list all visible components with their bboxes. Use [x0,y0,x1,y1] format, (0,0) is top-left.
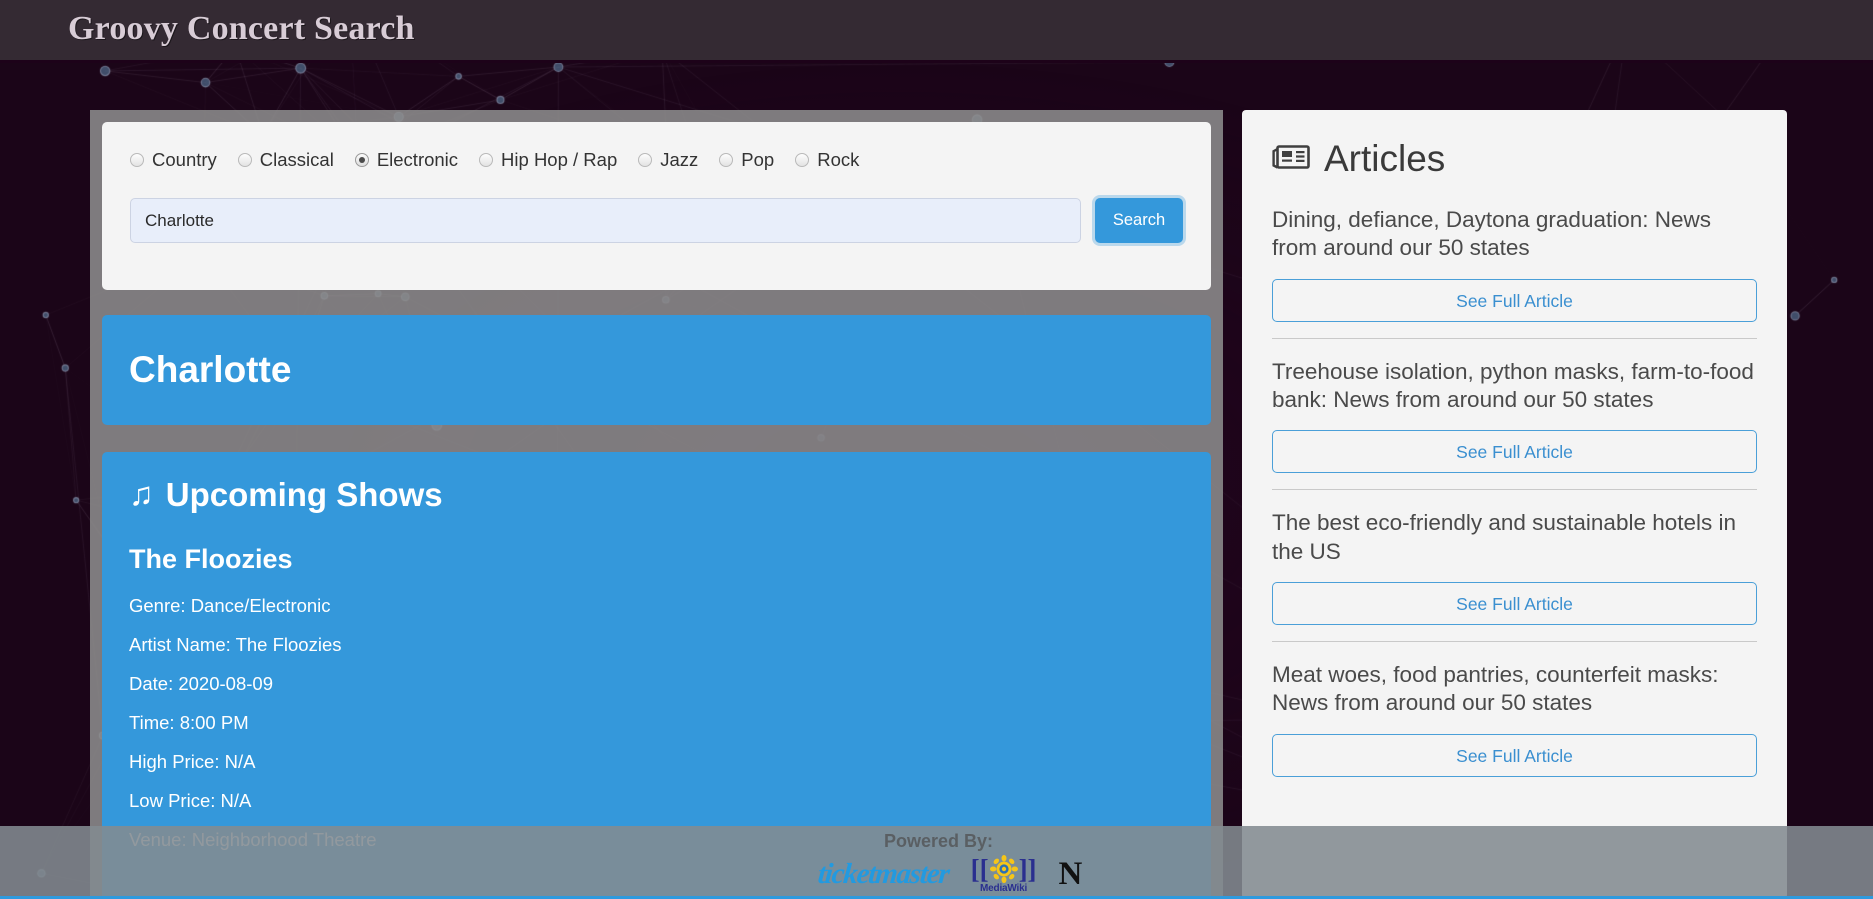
article-item: Meat woes, food pantries, counterfeit ma… [1272,661,1757,793]
articles-title: Articles [1324,138,1446,179]
sunflower-icon [989,855,1018,883]
upcoming-shows-heading: ♫ Upcoming Shows [129,476,1184,514]
see-full-article-button[interactable]: See Full Article [1272,733,1757,777]
show-field: Genre: Dance/Electronic [129,595,331,616]
city-name: Charlotte [129,349,292,390]
genre-radio-classical[interactable]: Classical [237,149,334,171]
npr-logo[interactable]: N [1059,856,1083,893]
radio-dot[interactable] [638,153,653,167]
upcoming-shows-title: Upcoming Shows [165,476,443,513]
radio-dot[interactable] [795,153,810,167]
article-title: Meat woes, food pantries, counterfeit ma… [1272,662,1719,716]
article-item: The best eco-friendly and sustainable ho… [1272,509,1757,643]
article-title: The best eco-friendly and sustainable ho… [1272,510,1737,564]
genre-radio-label: Pop [741,149,775,170]
left-column: Country Classical Electronic Hip Hop / Rap J… [90,110,1223,899]
genre-radio-jazz[interactable]: Jazz [638,149,698,171]
music-note-icon: ♫ [129,474,154,512]
show-field: Time: 8:00 PM [129,712,249,733]
show-field: High Price: N/A [129,751,256,772]
genre-radio-label: Classical [259,149,334,170]
search-input[interactable] [130,198,1081,243]
top-navbar: Groovy Concert Search [0,0,1873,63]
navbar-underline [0,60,1873,63]
genre-radio-rock[interactable]: Rock [795,149,859,171]
powered-by-label: Powered By: [884,831,994,851]
genre-radio-label: Jazz [660,149,699,170]
genre-radio-electronic[interactable]: Electronic [354,149,459,171]
see-full-article-button[interactable]: See Full Article [1272,430,1757,474]
search-button[interactable]: Search [1095,198,1183,243]
radio-dot[interactable] [479,153,494,167]
genre-radio-label: Rock [817,149,860,170]
ticketmaster-logo[interactable]: ticketmaster [817,858,950,891]
app-title: Groovy Concert Search [68,10,415,47]
mediawiki-logo[interactable]: [[]] MediaWiki [971,855,1037,894]
show-item: The Floozies Genre: Dance/Electronic Artis… [129,544,1184,851]
article-title: Dining, defiance, Daytona graduation: Ne… [1272,207,1712,261]
search-panel: Country Classical Electronic Hip Hop / Rap J… [102,122,1211,290]
radio-dot[interactable] [354,153,369,167]
genre-radio-label: Hip Hop / Rap [501,149,618,170]
show-field: Date: 2020-08-09 [129,673,273,694]
genre-radio-group[interactable]: Country Classical Electronic Hip Hop / Rap J… [130,148,1183,172]
radio-dot[interactable] [237,153,252,167]
search-row: Search [130,198,1183,243]
shows-list: The Floozies Genre: Dance/Electronic Artis… [129,544,1184,851]
genre-radio-label: Country [152,149,217,170]
show-field: Artist Name: The Floozies [129,634,342,655]
city-header-card: Charlotte [102,315,1211,425]
article-item: Dining, defiance, Daytona graduation: Ne… [1272,206,1757,339]
newspaper-icon [1272,142,1310,177]
show-name: The Floozies [129,544,293,574]
see-full-article-button[interactable]: See Full Article [1272,582,1757,626]
see-full-article-button[interactable]: See Full Article [1272,278,1757,322]
page-body: Country Classical Electronic Hip Hop / Rap J… [0,63,1873,899]
genre-radio-pop[interactable]: Pop [719,149,774,171]
articles-list: Dining, defiance, Daytona graduation: Ne… [1272,206,1757,793]
articles-panel: Articles Dining, defiance, Daytona gradu… [1242,110,1787,899]
article-title: Treehouse isolation, python masks, farm-… [1272,358,1754,413]
genre-radio-label: Electronic [376,149,459,170]
show-field: Low Price: N/A [129,790,252,811]
genre-radio-country[interactable]: Country [130,149,217,171]
footer-logo-row: ticketmaster [[]] MediaWiki N [817,855,1083,894]
article-item: Treehouse isolation, python masks, farm-… [1272,358,1757,491]
genre-radio-hip-hop-rap[interactable]: Hip Hop / Rap [479,149,617,171]
footer-bar: Powered By: ticketmaster [[]] MediaWiki… [0,826,1873,899]
radio-dot[interactable] [130,153,144,167]
radio-dot[interactable] [719,153,734,167]
articles-heading: Articles [1272,138,1757,180]
